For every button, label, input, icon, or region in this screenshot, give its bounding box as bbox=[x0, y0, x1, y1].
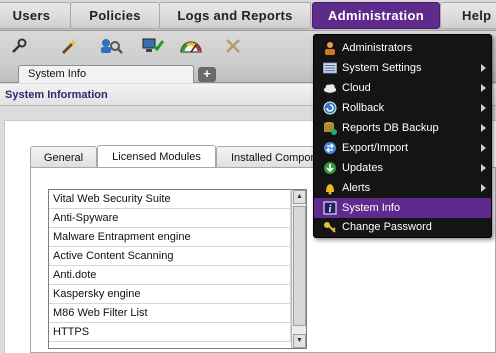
network-check-icon[interactable] bbox=[139, 36, 167, 56]
menu-item-rollback[interactable]: Rollback bbox=[314, 98, 491, 118]
list-item[interactable]: Anti-Spyware bbox=[49, 209, 291, 228]
bell-icon bbox=[323, 181, 337, 195]
gauge-icon[interactable] bbox=[177, 36, 205, 56]
crossed-tools-icon[interactable] bbox=[222, 36, 244, 56]
menu-logs-and-reports[interactable]: Logs and Reports bbox=[159, 2, 311, 29]
rollback-icon bbox=[323, 101, 337, 115]
menu-item-label: Change Password bbox=[342, 221, 432, 233]
submenu-arrow-icon bbox=[481, 124, 486, 132]
menu-item-label: Administrators bbox=[342, 42, 413, 54]
submenu-arrow-icon bbox=[481, 84, 486, 92]
administration-dropdown: Administrators System Settings Cloud Rol… bbox=[313, 34, 492, 238]
info-icon: i bbox=[323, 201, 337, 215]
scroll-up-icon[interactable]: ▲ bbox=[293, 190, 306, 204]
submenu-arrow-icon bbox=[481, 164, 486, 172]
menu-users[interactable]: Users bbox=[0, 2, 71, 29]
database-icon bbox=[323, 121, 337, 135]
menu-item-system-settings[interactable]: System Settings bbox=[314, 58, 491, 78]
list-item[interactable]: Vital Web Security Suite bbox=[49, 190, 291, 209]
menu-item-system-info[interactable]: i System Info bbox=[314, 198, 491, 218]
list-item[interactable]: HTTPS bbox=[49, 323, 291, 342]
menu-item-label: Updates bbox=[342, 162, 383, 174]
list-item[interactable]: Kaspersky engine bbox=[49, 285, 291, 304]
list-item[interactable]: Anti.dote bbox=[49, 266, 291, 285]
menu-item-label: System Info bbox=[342, 202, 401, 214]
menu-item-updates[interactable]: Updates bbox=[314, 158, 491, 178]
submenu-arrow-icon bbox=[481, 184, 486, 192]
menu-item-label: Cloud bbox=[342, 82, 371, 94]
wand-icon[interactable] bbox=[58, 36, 80, 56]
tab-general[interactable]: General bbox=[30, 146, 97, 168]
menu-item-administrators[interactable]: Administrators bbox=[314, 38, 491, 58]
user-icon bbox=[323, 41, 337, 55]
menu-item-label: Alerts bbox=[342, 182, 371, 194]
export-import-icon bbox=[323, 141, 337, 155]
menu-item-change-password[interactable]: Change Password bbox=[314, 217, 491, 237]
submenu-arrow-icon bbox=[481, 144, 486, 152]
menu-item-alerts[interactable]: Alerts bbox=[314, 178, 491, 198]
submenu-arrow-icon bbox=[481, 104, 486, 112]
main-menubar: Users Policies Logs and Reports Administ… bbox=[0, 0, 496, 31]
list-item[interactable]: Active Content Scanning bbox=[49, 247, 291, 266]
list-item[interactable]: M86 Web Filter List bbox=[49, 304, 291, 323]
menu-item-label: System Settings bbox=[342, 62, 422, 74]
tab-licensed-modules[interactable]: Licensed Modules bbox=[97, 145, 216, 168]
menu-item-label: Rollback bbox=[342, 102, 385, 114]
updates-icon bbox=[323, 161, 337, 175]
menu-item-label: Reports DB Backup bbox=[342, 122, 439, 134]
list-item[interactable]: Malware Entrapment engine bbox=[49, 228, 291, 247]
menu-item-export-import[interactable]: Export/Import bbox=[314, 138, 491, 158]
menu-item-reports-db-backup[interactable]: Reports DB Backup bbox=[314, 118, 491, 138]
menu-item-label: Export/Import bbox=[342, 142, 409, 154]
menu-help[interactable]: Help bbox=[440, 2, 496, 29]
menu-policies[interactable]: Policies bbox=[70, 2, 160, 29]
submenu-arrow-icon bbox=[481, 64, 486, 72]
licensed-modules-list[interactable]: Vital Web Security Suite Anti-Spyware Ma… bbox=[48, 189, 307, 349]
settings-list-icon bbox=[323, 61, 337, 75]
cloud-icon bbox=[323, 81, 337, 95]
list-scrollbar[interactable]: ▲ ▼ bbox=[291, 190, 306, 348]
user-search-icon[interactable] bbox=[97, 36, 125, 56]
scroll-thumb[interactable] bbox=[293, 206, 306, 326]
keys-icon bbox=[323, 220, 337, 234]
svg-text:i: i bbox=[329, 204, 332, 215]
menu-administration[interactable]: Administration bbox=[312, 2, 440, 29]
menu-item-cloud[interactable]: Cloud bbox=[314, 78, 491, 98]
add-tab-button[interactable]: + bbox=[198, 67, 216, 82]
wrench-icon[interactable] bbox=[8, 36, 30, 56]
tab-system-info[interactable]: System Info bbox=[18, 65, 194, 83]
scroll-down-icon[interactable]: ▼ bbox=[293, 334, 306, 348]
